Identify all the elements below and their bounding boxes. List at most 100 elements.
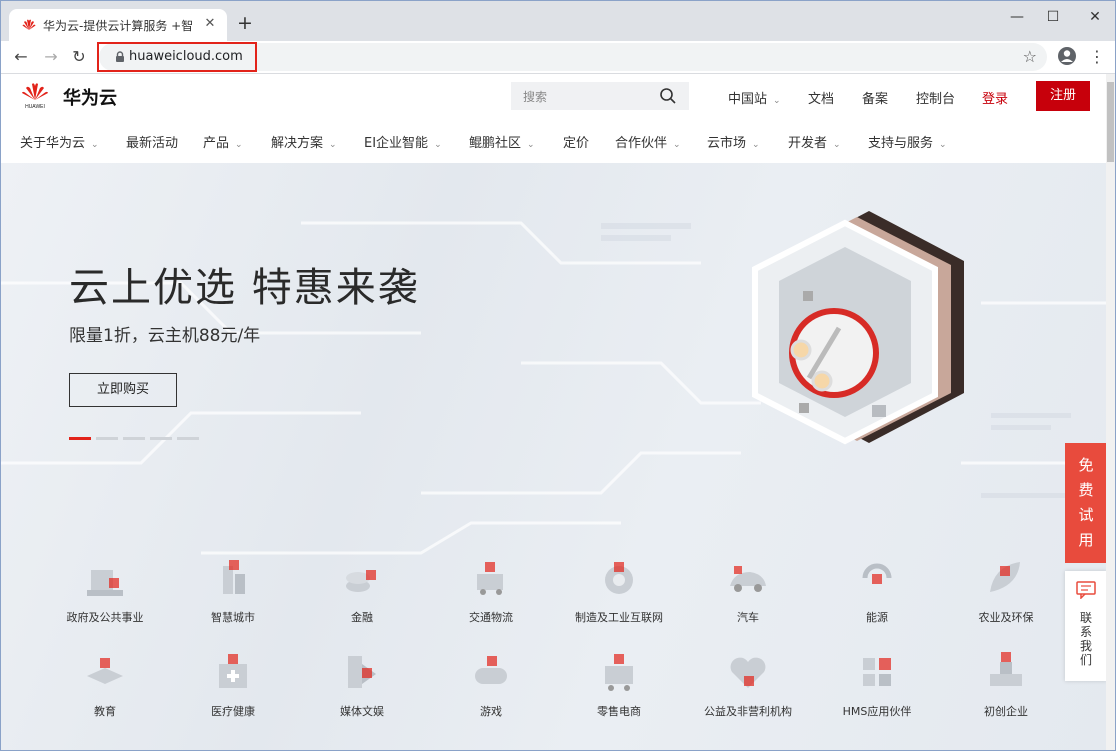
- scrollbar-thumb[interactable]: [1107, 82, 1114, 162]
- industry-label: 金融: [351, 611, 373, 624]
- industry-item[interactable]: 农业及环保: [956, 556, 1056, 636]
- page-scrollbar[interactable]: [1106, 74, 1115, 750]
- contact-char: 我: [1079, 639, 1092, 653]
- industry-item[interactable]: 医疗健康: [183, 650, 283, 730]
- nav-item-developers[interactable]: 开发者 ⌄: [788, 132, 841, 151]
- browser-menu-icon[interactable]: ⋮: [1089, 45, 1105, 69]
- brand-name[interactable]: 华为云: [63, 84, 117, 110]
- header-link-console[interactable]: 控制台: [916, 88, 955, 107]
- finance-coins-icon: [346, 570, 376, 592]
- carousel-dot[interactable]: [150, 437, 172, 440]
- nav-item-label: 定价: [563, 136, 590, 151]
- nav-item-label: 支持与服务: [868, 136, 934, 151]
- contact-label: 联 系 我 们: [1065, 611, 1107, 667]
- smart-city-icon: [223, 560, 245, 594]
- industry-label: 零售电商: [597, 705, 641, 718]
- industry-label: 教育: [94, 705, 116, 718]
- nav-item-solutions[interactable]: 解决方案 ⌄: [271, 132, 337, 151]
- site-header: HUAWEI 华为云 搜索 中国站 ⌄ 文档 备案 控制台 登录 注册: [1, 74, 1115, 118]
- nav-item-about[interactable]: 关于华为云 ⌄: [20, 132, 99, 151]
- main-nav: 关于华为云 ⌄ 最新活动 产品 ⌄ 解决方案 ⌄ EI企业智能 ⌄ 鲲鹏社区 ⌄ 定价 合…: [1, 118, 1115, 163]
- carousel-dot[interactable]: [177, 437, 199, 440]
- gamepad-icon: [475, 656, 507, 684]
- svg-text:HUAWEI: HUAWEI: [25, 104, 45, 110]
- industry-label: 智慧城市: [211, 611, 255, 624]
- nav-item-marketplace[interactable]: 云市场 ⌄: [707, 132, 760, 151]
- industry-item[interactable]: 制造及工业互联网: [569, 556, 669, 636]
- shopping-cart-icon: [605, 654, 633, 691]
- nav-item-kunpeng[interactable]: 鲲鹏社区 ⌄: [469, 132, 535, 151]
- industry-item[interactable]: 零售电商: [569, 650, 669, 730]
- industry-item[interactable]: 能源: [827, 556, 927, 636]
- bookmark-star-icon[interactable]: ☆: [1023, 47, 1037, 66]
- nav-item-ei[interactable]: EI企业智能 ⌄: [364, 132, 442, 151]
- free-trial-button[interactable]: 免 费 试 用: [1065, 443, 1107, 563]
- login-link[interactable]: 登录: [982, 88, 1008, 107]
- region-label: 中国站: [728, 92, 768, 107]
- industry-item[interactable]: 交通物流: [441, 556, 541, 636]
- industry-label: 汽车: [737, 611, 759, 624]
- maximize-button[interactable]: ☐: [1033, 5, 1073, 29]
- nav-item-label: 最新活动: [126, 136, 179, 151]
- nav-item-activities[interactable]: 最新活动: [126, 132, 178, 151]
- header-link-filing[interactable]: 备案: [862, 88, 888, 107]
- industry-item[interactable]: 游戏: [441, 650, 541, 730]
- register-button[interactable]: 注册: [1036, 81, 1090, 111]
- reload-icon[interactable]: ↻: [69, 47, 89, 67]
- close-window-button[interactable]: ✕: [1075, 5, 1115, 29]
- profile-avatar-icon[interactable]: [1057, 46, 1077, 66]
- hero-banner[interactable]: 云上优选 特惠来袭 限量1折，云主机88元/年 立即购买 政府及公共事业 智慧城…: [1, 163, 1106, 750]
- industry-label: 制造及工业互联网: [575, 611, 663, 624]
- industry-item[interactable]: 教育: [55, 650, 155, 730]
- nav-item-label: 产品: [203, 136, 230, 151]
- education-book-icon: [87, 658, 123, 684]
- nav-item-label: 云市场: [707, 136, 747, 151]
- industry-item[interactable]: 汽车: [698, 556, 798, 636]
- nav-item-support[interactable]: 支持与服务 ⌄: [868, 132, 947, 151]
- industry-label: 媒体文娱: [340, 705, 384, 718]
- hms-blocks-icon: [863, 658, 891, 686]
- nav-item-label: 开发者: [788, 136, 828, 151]
- hero-subtitle: 限量1折，云主机88元/年: [69, 326, 261, 346]
- industry-item[interactable]: HMS应用伙伴: [827, 650, 927, 730]
- url-highlight-box: [97, 42, 257, 72]
- back-icon[interactable]: ←: [11, 47, 31, 67]
- new-tab-button[interactable]: +: [235, 13, 255, 33]
- carousel-dot[interactable]: [69, 437, 91, 440]
- site-search-input[interactable]: 搜索: [511, 82, 689, 110]
- industry-item[interactable]: 公益及非营利机构: [698, 650, 798, 730]
- medical-kit-icon: [219, 654, 247, 688]
- minimize-button[interactable]: —: [997, 5, 1037, 29]
- buy-now-button[interactable]: 立即购买: [69, 373, 177, 407]
- nav-item-label: 鲲鹏社区: [469, 136, 522, 151]
- nav-item-pricing[interactable]: 定价: [563, 132, 589, 151]
- media-icon: [348, 656, 376, 688]
- chevron-down-icon: ⌄: [91, 140, 99, 150]
- nav-item-label: 关于华为云: [20, 136, 86, 151]
- industry-label: 公益及非营利机构: [704, 705, 792, 718]
- industry-item[interactable]: 政府及公共事业: [55, 556, 155, 636]
- industry-label: 政府及公共事业: [66, 611, 144, 624]
- search-icon[interactable]: [659, 87, 677, 105]
- industry-item[interactable]: 初创企业: [956, 650, 1056, 730]
- nav-item-products[interactable]: 产品 ⌄: [203, 132, 243, 151]
- industry-item[interactable]: 智慧城市: [183, 556, 283, 636]
- region-selector[interactable]: 中国站 ⌄: [728, 88, 781, 107]
- manufacturing-gear-icon: [605, 562, 633, 594]
- search-placeholder: 搜索: [523, 90, 548, 104]
- tab-strip: 华为云-提供云计算服务 +智能、 ✕ + — ☐ ✕: [1, 1, 1115, 41]
- carousel-dot[interactable]: [123, 437, 145, 440]
- industry-item[interactable]: 媒体文娱: [312, 650, 412, 730]
- tab-close-icon[interactable]: ✕: [201, 15, 219, 33]
- carousel-dot[interactable]: [96, 437, 118, 440]
- huawei-logo-icon[interactable]: HUAWEI: [19, 80, 51, 110]
- startup-icon: [990, 652, 1022, 686]
- browser-tab[interactable]: 华为云-提供云计算服务 +智能、 ✕: [9, 9, 227, 41]
- header-link-docs[interactable]: 文档: [808, 88, 834, 107]
- nav-item-partners[interactable]: 合作伙伴 ⌄: [615, 132, 681, 151]
- contact-us-button[interactable]: 联 系 我 们: [1065, 571, 1107, 681]
- industry-item[interactable]: 金融: [312, 556, 412, 636]
- forward-icon[interactable]: →: [41, 47, 61, 67]
- huawei-favicon-icon: [22, 19, 36, 30]
- industry-label: 医疗健康: [211, 705, 255, 718]
